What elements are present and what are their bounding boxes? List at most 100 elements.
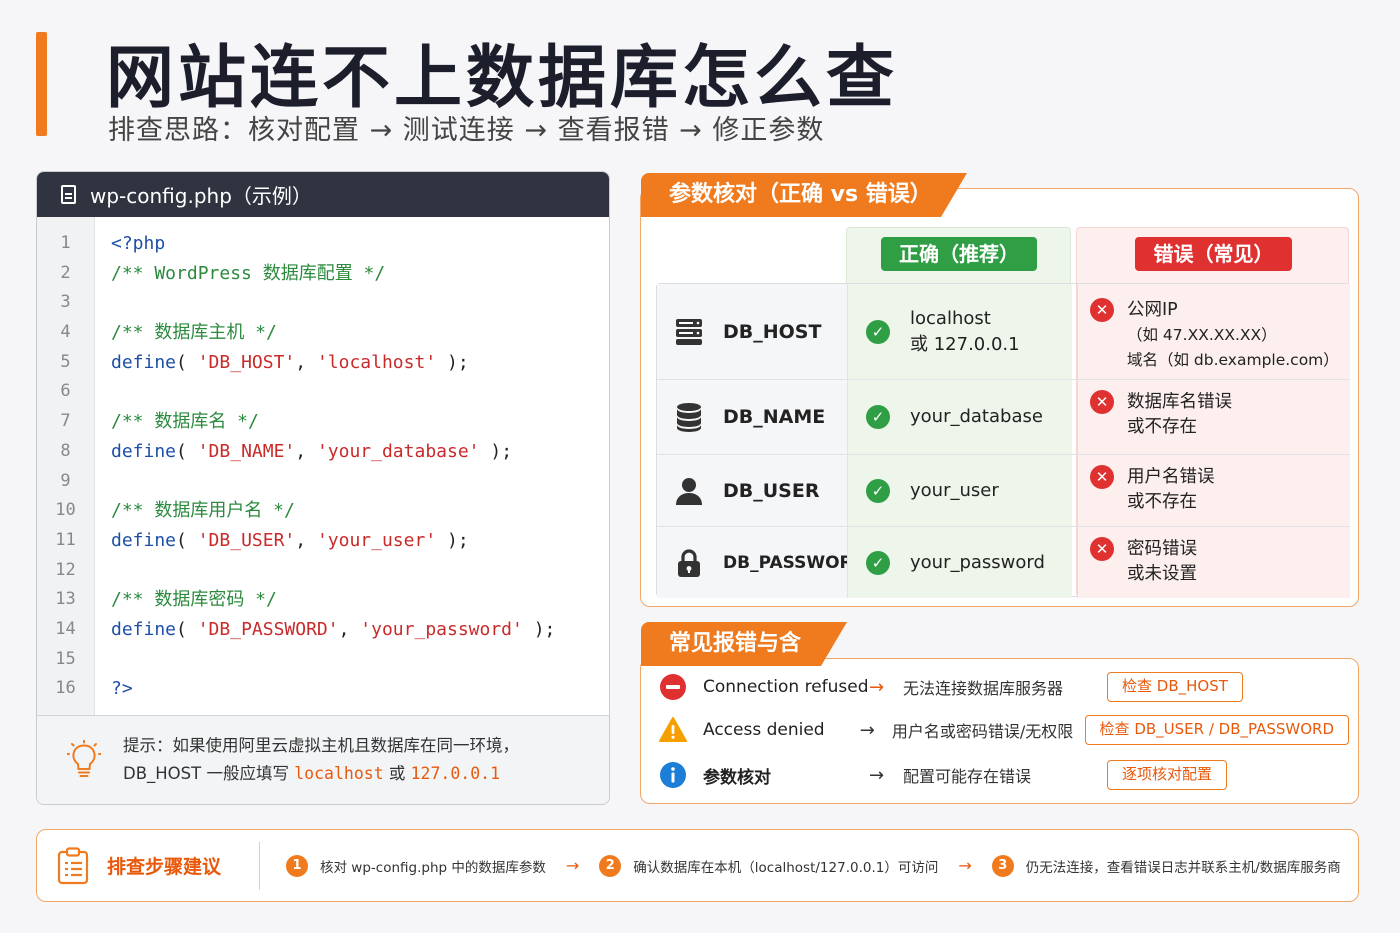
param-good-cell: ✓ your_database bbox=[847, 380, 1072, 454]
lock-icon bbox=[678, 548, 700, 577]
param-name-cell: DB_NAME bbox=[657, 380, 847, 454]
tip-box: 提示：如果使用阿里云虚拟主机且数据库在同一环境， DB_HOST 一般应填写 l… bbox=[37, 715, 609, 804]
param-check-title: 参数核对（正确 vs 错误） bbox=[641, 173, 967, 217]
code-keyword: define bbox=[111, 351, 177, 373]
line-number: 14 bbox=[55, 618, 76, 639]
tip-line-1: 提示：如果使用阿里云虚拟主机且数据库在同一环境， bbox=[123, 736, 519, 755]
steps-title: 排查步骤建议 bbox=[107, 856, 222, 878]
bad-value-line: 密码错误 bbox=[1127, 539, 1197, 559]
check-all-config-button[interactable]: 逐项核对配置 bbox=[1107, 760, 1228, 790]
code-string: 'DB_PASSWORD' bbox=[197, 618, 339, 640]
param-good-value: your_user bbox=[910, 479, 999, 501]
step-2: 2 确认数据库在本机（localhost/127.0.0.1）可访问 bbox=[599, 854, 938, 877]
param-name: DB_HOST bbox=[723, 320, 822, 343]
cross-icon: ✕ bbox=[1090, 298, 1114, 322]
code-panel-header: wp-config.php（示例） bbox=[37, 172, 609, 217]
param-row-db-host: DB_HOST ✓ localhost 或 127.0.0.1 ✕ 公网IP （… bbox=[657, 284, 1350, 379]
line-number: 3 bbox=[60, 292, 71, 313]
common-errors-panel: 常见报错与含义 Connection refused → 无法连接数据库服务器 … bbox=[640, 622, 1359, 804]
line-number: 5 bbox=[60, 351, 71, 372]
line-number: 15 bbox=[55, 648, 76, 669]
code-string: 'localhost' bbox=[316, 351, 437, 373]
tip-line-2: DB_HOST 一般应填写 localhost 或 127.0.0.1 bbox=[123, 760, 519, 788]
code-line: define( 'DB_NAME', 'your_database' ); bbox=[111, 440, 513, 462]
param-row-db-user: DB_USER ✓ your_user ✕ 用户名错误 或不存在 bbox=[657, 454, 1350, 526]
param-bad-cell: ✕ 用户名错误 或不存在 bbox=[1077, 455, 1350, 526]
stop-icon bbox=[660, 674, 686, 700]
code-line: define( 'DB_PASSWORD', 'your_password' )… bbox=[111, 618, 556, 640]
param-table: DB_HOST ✓ localhost 或 127.0.0.1 ✕ 公网IP （… bbox=[656, 283, 1350, 598]
arrow-icon: → bbox=[869, 764, 885, 786]
arrow-icon: → bbox=[859, 719, 875, 741]
step-text: 核对 wp-config.php 中的数据库参数 bbox=[320, 859, 546, 876]
check-icon: ✓ bbox=[866, 319, 890, 344]
param-bad-value: 数据库名错误 或不存在 bbox=[1127, 390, 1232, 440]
line-number: 11 bbox=[55, 529, 76, 550]
check-db-host-button[interactable]: 检查 DB_HOST bbox=[1107, 672, 1243, 702]
check-user-password-button[interactable]: 检查 DB_USER / DB_PASSWORD bbox=[1084, 715, 1349, 745]
info-icon bbox=[660, 762, 686, 788]
line-number: 9 bbox=[60, 470, 71, 491]
good-header-badge: 正确（推荐） bbox=[881, 237, 1037, 271]
clipboard-icon bbox=[57, 846, 89, 884]
tip-highlight: 127.0.0.1 bbox=[410, 764, 501, 783]
code-string: 'DB_HOST' bbox=[197, 351, 296, 373]
code-string: 'your_database' bbox=[316, 440, 480, 462]
step-number: 3 bbox=[991, 854, 1014, 877]
good-value-line: localhost bbox=[910, 307, 991, 329]
param-good-value: localhost 或 127.0.0.1 bbox=[910, 306, 1020, 358]
page-subtitle: 排查思路：核对配置 → 测试连接 → 查看报错 → 修正参数 bbox=[108, 115, 825, 146]
param-name-cell: DB_USER bbox=[657, 455, 847, 526]
bad-value-line: 或未设置 bbox=[1127, 564, 1197, 584]
tip-text: 提示：如果使用阿里云虚拟主机且数据库在同一环境， DB_HOST 一般应填写 l… bbox=[123, 732, 519, 788]
error-row: 参数核对 → 配置可能存在错误 逐项核对配置 bbox=[659, 753, 1349, 797]
code-line: ?> bbox=[111, 678, 133, 700]
divider bbox=[259, 841, 260, 890]
warning-icon bbox=[659, 717, 687, 742]
param-name: DB_PASSWORD bbox=[723, 552, 867, 573]
code-keyword: define bbox=[111, 440, 177, 462]
code-line: <?php bbox=[111, 233, 166, 254]
code-comment: /** 数据库主机 */ bbox=[111, 322, 277, 344]
line-number: 7 bbox=[60, 411, 71, 432]
code-filename: wp-config.php（示例） bbox=[90, 184, 312, 208]
code-comment: /** 数据库用户名 */ bbox=[111, 500, 295, 522]
error-meaning: 无法连接数据库服务器 bbox=[903, 679, 1064, 698]
arrow-icon: → bbox=[565, 856, 580, 875]
param-name: DB_NAME bbox=[723, 406, 826, 428]
param-row-db-name: DB_NAME ✓ your_database ✕ 数据库名错误 或不存在 bbox=[657, 379, 1350, 454]
tip-text-part: 或 bbox=[383, 764, 411, 783]
param-name: DB_USER bbox=[723, 479, 820, 502]
database-icon bbox=[677, 403, 701, 432]
code-comment: /** 数据库密码 */ bbox=[111, 589, 277, 611]
error-label: Connection refused bbox=[703, 677, 869, 697]
bad-value-line: 数据库名错误 bbox=[1127, 392, 1232, 412]
troubleshooting-steps: 排查步骤建议 1 核对 wp-config.php 中的数据库参数 → 2 确认… bbox=[36, 829, 1359, 902]
bad-value-line: 或不存在 bbox=[1127, 417, 1197, 437]
lightbulb-icon bbox=[67, 740, 101, 777]
code-keyword: define bbox=[111, 529, 177, 551]
error-label: 参数核对 bbox=[703, 767, 771, 788]
step-number: 1 bbox=[286, 854, 308, 877]
param-bad-value: 密码错误 或未设置 bbox=[1127, 537, 1197, 587]
bad-value-line: （如 47.XX.XX.XX） bbox=[1127, 326, 1277, 344]
param-check-panel: 参数核对（正确 vs 错误） 正确（推荐） 错误（常见） DB_HOST ✓ l… bbox=[640, 173, 1359, 607]
code-comment: /** 数据库名 */ bbox=[111, 411, 259, 433]
bad-value-line: 或不存在 bbox=[1127, 492, 1197, 512]
page-title: 网站连不上数据库怎么查 bbox=[106, 39, 899, 118]
bad-value-line: 用户名错误 bbox=[1127, 467, 1215, 487]
line-number: 12 bbox=[55, 559, 76, 580]
step-3: 3 仍无法连接，查看错误日志并联系主机/数据库服务商 bbox=[991, 854, 1341, 877]
code-comment: /** WordPress 数据库配置 */ bbox=[111, 262, 386, 284]
cross-icon: ✕ bbox=[1090, 390, 1114, 414]
bad-value-line: 域名（如 db.example.com） bbox=[1127, 351, 1339, 369]
bad-value-line: 公网IP bbox=[1127, 300, 1178, 320]
bad-header-badge: 错误（常见） bbox=[1135, 237, 1292, 271]
steps-header: 排查步骤建议 bbox=[37, 830, 259, 901]
error-meaning: 配置可能存在错误 bbox=[903, 767, 1032, 786]
line-number: 13 bbox=[55, 589, 76, 610]
param-good-cell: ✓ your_password bbox=[847, 527, 1072, 598]
